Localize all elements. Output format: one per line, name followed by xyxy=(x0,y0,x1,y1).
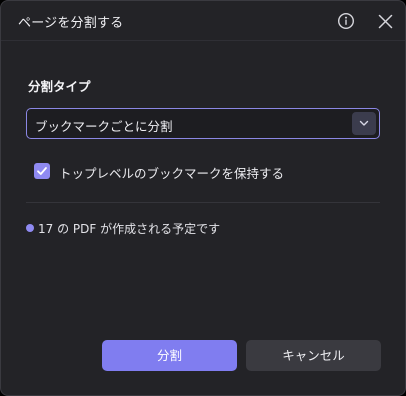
split-type-select[interactable]: ブックマークごとに分割 xyxy=(26,108,380,139)
dialog-title: ページを分割する xyxy=(18,16,124,31)
split-type-label: 分割タイプ xyxy=(28,79,91,94)
divider xyxy=(26,202,380,203)
split-type-selected-value: ブックマークごとに分割 xyxy=(35,119,173,134)
split-pages-dialog: ページを分割する 分割タイプ ブックマークごとに分割 トップレベルのブックマーク… xyxy=(0,0,406,396)
keep-top-level-label: トップレベルのブックマークを保持する xyxy=(59,166,285,181)
close-icon[interactable] xyxy=(377,13,394,30)
cancel-button[interactable]: キャンセル xyxy=(246,340,381,371)
bullet-dot-icon xyxy=(26,224,34,232)
check-icon xyxy=(37,167,47,175)
split-button[interactable]: 分割 xyxy=(102,340,237,371)
keep-top-level-checkbox[interactable] xyxy=(34,163,50,179)
result-note-text: 17 の PDF が作成される予定です xyxy=(38,222,221,236)
chevron-down-icon xyxy=(359,120,369,126)
info-icon[interactable] xyxy=(337,12,355,30)
dialog-header: ページを分割する xyxy=(1,1,405,41)
dropdown-toggle-button[interactable] xyxy=(352,112,376,135)
